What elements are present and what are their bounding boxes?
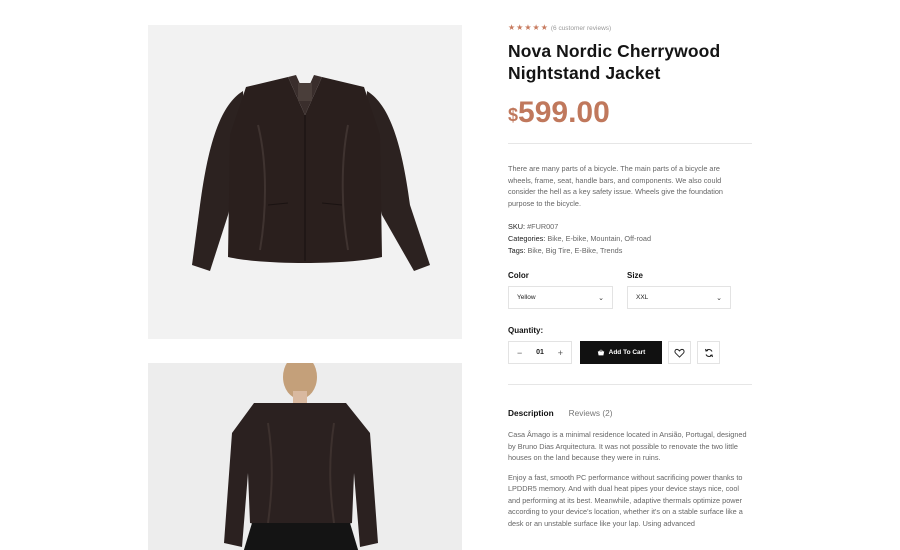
categories-row: Categories: Bike, E-bike, Mountain, Off-… (508, 233, 752, 245)
tab-paragraph: Enjoy a fast, smooth PC performance with… (508, 472, 743, 528)
quantity-value[interactable]: 01 (536, 349, 544, 356)
product-title: Nova Nordic Cherrywood Nightstand Jacket (508, 41, 721, 83)
rating-row: ★ ★ ★ ★ ★ (6 customer reviews) (508, 22, 752, 34)
jacket-front-image (148, 25, 462, 339)
product-meta: SKU: #FUR007 Categories: Bike, E-bike, M… (508, 221, 752, 257)
wishlist-button[interactable] (668, 341, 691, 364)
tab-content: Casa Âmago is a minimal residence locate… (508, 429, 752, 529)
divider (508, 384, 752, 385)
chevron-down-icon: ⌄ (598, 294, 604, 302)
product-image-back[interactable] (148, 363, 462, 550)
compare-button[interactable] (697, 341, 720, 364)
product-description: There are many parts of a bicycle. The m… (508, 164, 723, 208)
refresh-icon (704, 348, 713, 357)
price-amount: 599.00 (518, 96, 610, 129)
color-select[interactable]: Yellow ⌄ (508, 286, 613, 309)
minus-icon[interactable]: − (517, 348, 522, 358)
chevron-down-icon: ⌄ (716, 294, 722, 302)
product-image-front[interactable] (148, 25, 462, 339)
plus-icon[interactable]: + (558, 348, 563, 358)
jacket-back-model-image (148, 363, 462, 550)
tags-label: Tags: (508, 246, 526, 255)
star-icon: ★ (532, 23, 540, 32)
tab-paragraph: Casa Âmago is a minimal residence locate… (508, 430, 747, 462)
size-label: Size (627, 271, 644, 280)
star-icon: ★ (524, 23, 532, 32)
color-label: Color (508, 271, 529, 280)
product-tabs: Description Reviews (2) (508, 408, 752, 418)
tags-row: Tags: Bike, Big Tire, E-Bike, Trends (508, 245, 752, 257)
size-option: Size XXL ⌄ (627, 271, 731, 309)
tags-value[interactable]: Bike, Big Tire, E-Bike, Trends (527, 246, 622, 255)
star-icon: ★ (540, 23, 548, 32)
add-to-cart-label: Add To Cart (608, 349, 646, 356)
product-gallery (148, 25, 462, 550)
purchase-row: − 01 + Add To Cart (508, 341, 752, 364)
sku-row: SKU: #FUR007 (508, 221, 752, 233)
star-icon: ★ (516, 23, 524, 32)
star-icon: ★ (508, 23, 516, 32)
quantity-label: Quantity: (508, 326, 544, 335)
divider (508, 143, 752, 144)
size-selected-value: XXL (636, 294, 649, 301)
categories-label: Categories: (508, 234, 546, 243)
tab-description[interactable]: Description (508, 408, 554, 418)
reviews-count-link[interactable]: (6 customer reviews) (551, 25, 611, 32)
size-select[interactable]: XXL ⌄ (627, 286, 731, 309)
color-selected-value: Yellow (517, 294, 536, 301)
add-to-cart-button[interactable]: Add To Cart (580, 341, 662, 364)
color-option: Color Yellow ⌄ (508, 271, 613, 309)
sku-label: SKU: (508, 222, 526, 231)
price-currency: $ (508, 105, 519, 125)
product-info: ★ ★ ★ ★ ★ (6 customer reviews) Nova Nord… (508, 22, 752, 529)
cart-icon (597, 349, 604, 355)
sku-value: #FUR007 (527, 222, 559, 231)
tab-reviews[interactable]: Reviews (2) (569, 408, 613, 418)
product-price: $ 599.00 (508, 96, 752, 132)
product-options: Color Yellow ⌄ Size XXL ⌄ (508, 271, 752, 309)
heart-icon (674, 348, 685, 358)
categories-value[interactable]: Bike, E-bike, Mountain, Off-road (547, 234, 651, 243)
quantity-stepper[interactable]: − 01 + (508, 341, 572, 364)
